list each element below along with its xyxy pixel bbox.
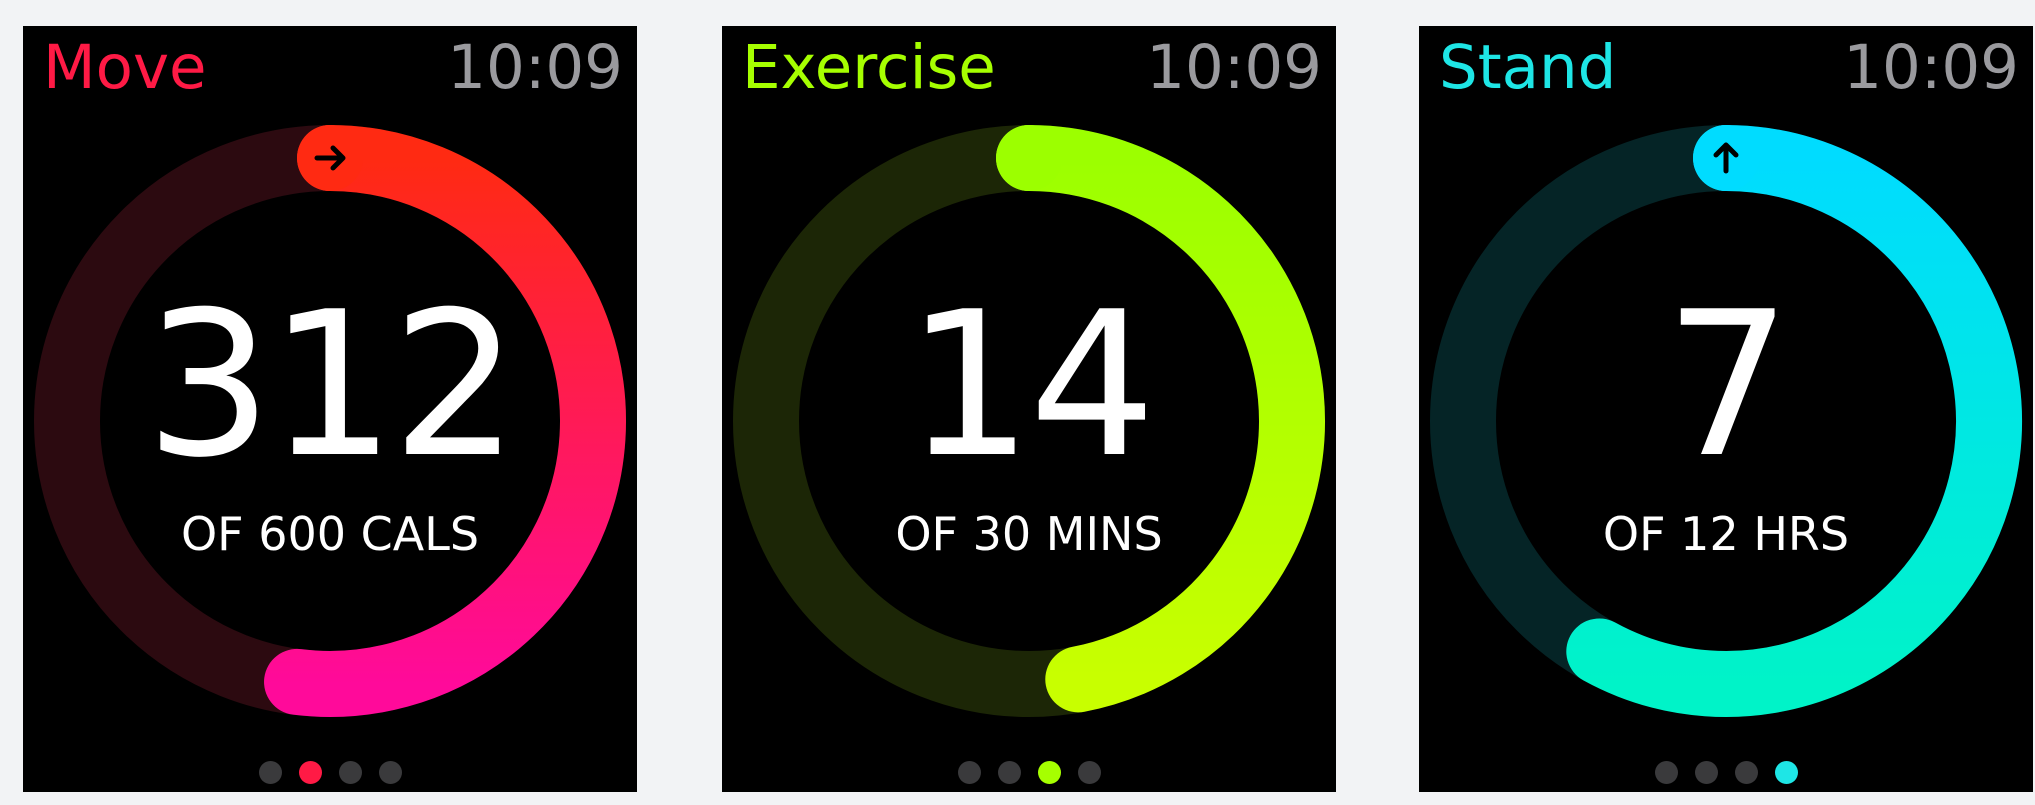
move-watch-screen: Move 10:09 312 OF 600 CALS [23,26,637,792]
page-dot[interactable] [957,760,981,784]
page-dot[interactable] [1654,760,1678,784]
stand-goal-label: OF 12 HRS [1602,507,1850,561]
page-dot[interactable] [1077,760,1101,784]
page-dot[interactable] [258,760,282,784]
page-dot-active[interactable] [298,760,322,784]
page-dot[interactable] [1694,760,1718,784]
page-indicator[interactable] [722,760,1336,784]
move-value: 312 [145,269,519,502]
page-dot[interactable] [338,760,362,784]
page-dot-active[interactable] [1774,760,1798,784]
stand-title: Stand [1439,32,1617,103]
exercise-goal-label: OF 30 MINS [895,507,1163,561]
move-goal-label: OF 600 CALS [180,507,480,561]
page-indicator[interactable] [23,760,637,784]
move-title: Move [43,32,207,103]
clock-time: 10:09 [1843,32,2019,103]
ring-start-cap [996,125,1062,191]
clock-time: 10:09 [1146,32,1322,103]
exercise-value: 14 [905,269,1157,502]
stand-value: 7 [1664,269,1791,502]
clock-time: 10:09 [447,32,623,103]
page-dot[interactable] [997,760,1021,784]
page-dot[interactable] [1734,760,1758,784]
stand-watch-screen: Stand 10:09 7 OF 12 HRS [1419,26,2033,792]
exercise-watch-screen: Exercise 10:09 14 OF 30 MINS [722,26,1336,792]
page-indicator[interactable] [1419,760,2033,784]
exercise-title: Exercise [742,32,996,103]
page-dot-active[interactable] [1037,760,1061,784]
activity-screenshots: Move 10:09 312 OF 600 CALS Exercise 10:0… [0,0,2035,805]
page-dot[interactable] [378,760,402,784]
